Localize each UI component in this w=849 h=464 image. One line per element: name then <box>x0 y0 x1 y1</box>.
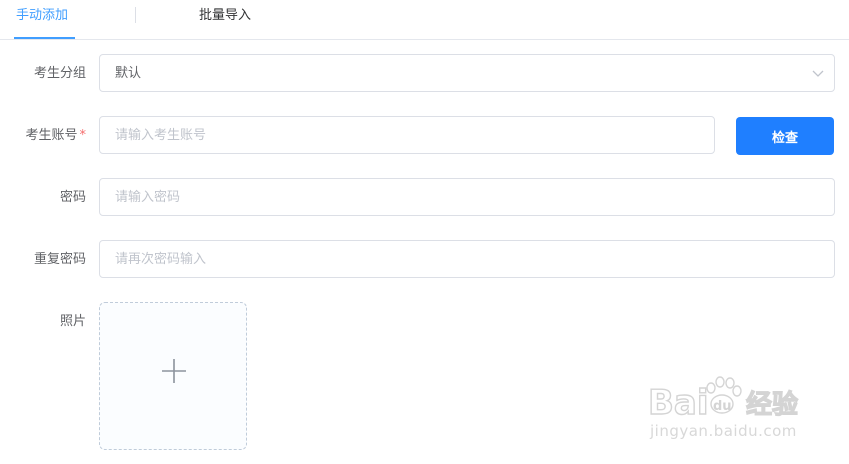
account-input[interactable] <box>100 117 714 153</box>
tab-batch-import[interactable]: 批量导入 <box>199 7 251 25</box>
required-mark: * <box>79 128 87 143</box>
password-field <box>99 178 835 216</box>
group-select-value: 默认 <box>115 66 142 81</box>
tab-manual-add[interactable]: 手动添加 <box>16 7 68 25</box>
tab-bar: 手动添加 批量导入 <box>0 0 849 40</box>
baidu-logo: Bai du 经验 <box>647 376 799 424</box>
svg-text:du: du <box>713 399 732 414</box>
repeat-password-label: 重复密码 <box>33 252 86 267</box>
add-examinee-page: 手动添加 批量导入 考生分组 默认 考生账号* 检查 密码 重复密码 照片 Ba… <box>0 0 849 464</box>
account-label-text: 考生账号 <box>25 128 78 143</box>
account-field <box>99 116 715 154</box>
svg-text:Bai: Bai <box>648 383 709 422</box>
baidu-jingyan-watermark: Bai du 经验 jingyan.baidu.com <box>640 370 840 450</box>
plus-icon <box>162 359 186 383</box>
watermark-url: jingyan.baidu.com <box>650 422 797 440</box>
group-select[interactable]: 默认 <box>99 54 835 92</box>
active-tab-indicator <box>14 37 75 39</box>
group-label: 考生分组 <box>33 66 86 81</box>
check-button[interactable]: 检查 <box>736 117 834 155</box>
repeat-password-input[interactable] <box>100 241 834 277</box>
tab-divider <box>135 7 136 23</box>
photo-label: 照片 <box>59 314 86 329</box>
svg-text:经验: 经验 <box>746 389 798 420</box>
password-input[interactable] <box>100 179 834 215</box>
password-label: 密码 <box>59 190 86 205</box>
account-label: 考生账号 * <box>25 127 86 145</box>
photo-uploader[interactable] <box>99 302 247 450</box>
repeat-password-field <box>99 240 835 278</box>
chevron-down-icon <box>812 70 824 77</box>
